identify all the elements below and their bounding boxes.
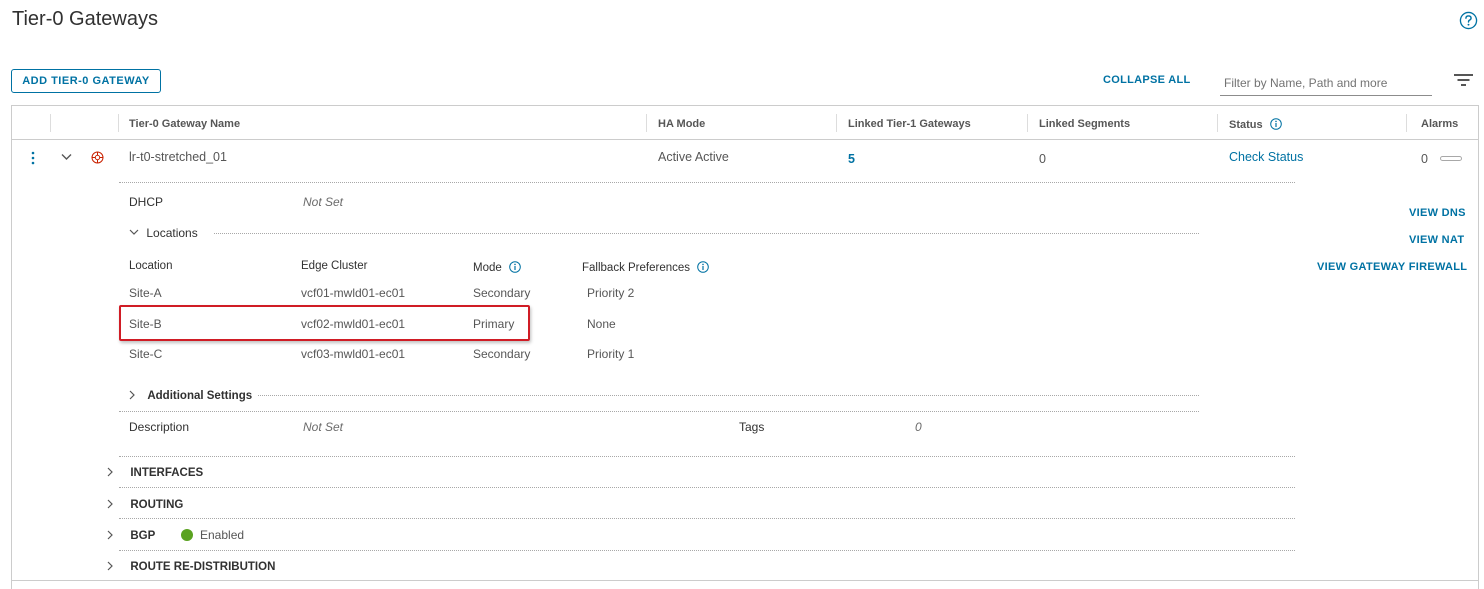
fallback-cell: Priority 1 <box>587 347 635 361</box>
location-cell: Site-C <box>129 347 163 361</box>
divider <box>119 182 1295 183</box>
info-icon[interactable] <box>509 261 521 273</box>
chevron-right-icon <box>107 530 113 540</box>
column-separator[interactable] <box>1406 114 1407 132</box>
header-status-label: Status <box>1229 119 1263 131</box>
dhcp-value: Not Set <box>303 195 344 209</box>
divider <box>214 233 1199 234</box>
location-cell: Site-A <box>129 286 162 300</box>
routing-section[interactable]: ROUTING <box>107 497 183 511</box>
column-separator[interactable] <box>118 114 119 132</box>
gateway-name: lr-t0-stretched_01 <box>129 150 227 164</box>
column-separator[interactable] <box>836 114 837 132</box>
fallback-cell: None <box>587 317 616 331</box>
divider <box>119 456 1295 457</box>
header-ha-mode[interactable]: HA Mode <box>658 118 705 130</box>
route-redistribution-section[interactable]: ROUTE RE-DISTRIBUTION <box>107 559 275 573</box>
tags-label: Tags <box>739 420 765 434</box>
chevron-down-icon <box>129 229 139 235</box>
header-status[interactable]: Status <box>1229 118 1282 131</box>
help-circle-icon[interactable] <box>1459 11 1478 30</box>
mode-cell: Secondary <box>473 286 531 300</box>
dhcp-label: DHCP <box>129 195 164 209</box>
chevron-down-icon[interactable] <box>61 153 72 161</box>
add-tier0-gateway-button[interactable]: ADD TIER-0 GATEWAY <box>11 69 161 93</box>
view-dns-link[interactable]: VIEW DNS <box>1409 207 1466 219</box>
tags-value: 0 <box>915 420 922 434</box>
edge-cluster-cell: vcf03-mwld01-ec01 <box>301 347 406 361</box>
header-linked-segments[interactable]: Linked Segments <box>1039 118 1130 130</box>
bgp-status: Enabled <box>200 528 245 542</box>
view-gateway-firewall-link[interactable]: VIEW GATEWAY FIREWALL <box>1317 261 1467 273</box>
filter-icon[interactable] <box>1454 74 1473 86</box>
chevron-right-icon <box>129 390 135 400</box>
divider <box>119 550 1295 551</box>
info-icon[interactable] <box>1269 118 1282 130</box>
additional-settings-label: Additional Settings <box>147 390 253 402</box>
routing-label: ROUTING <box>130 499 184 511</box>
locations-header-location: Location <box>129 260 173 272</box>
collapse-all-button[interactable]: COLLAPSE ALL <box>1103 74 1191 86</box>
header-gateway-name[interactable]: Tier-0 Gateway Name <box>129 118 240 130</box>
divider <box>119 487 1295 488</box>
data-grid <box>11 105 1479 589</box>
locations-header-fallback: Fallback Preferences <box>582 260 710 274</box>
interfaces-section[interactable]: INTERFACES <box>107 465 203 479</box>
column-separator[interactable] <box>50 114 51 132</box>
status-enabled-icon <box>181 529 193 541</box>
route-redistribution-label: ROUTE RE-DISTRIBUTION <box>130 561 276 573</box>
fallback-cell: Priority 2 <box>587 286 635 300</box>
header-alarms[interactable]: Alarms <box>1421 118 1458 130</box>
column-separator[interactable] <box>1217 114 1218 132</box>
divider <box>119 518 1295 519</box>
column-separator[interactable] <box>646 114 647 132</box>
linked-tier1-link[interactable]: 5 <box>848 152 855 166</box>
fallback-label: Fallback Preferences <box>582 262 691 274</box>
linked-segments-value: 0 <box>1039 152 1046 166</box>
description-value: Not Set <box>303 420 344 434</box>
row-actions-icon[interactable] <box>30 150 36 166</box>
additional-settings-toggle[interactable]: Additional Settings <box>129 388 252 402</box>
column-separator[interactable] <box>1027 114 1028 132</box>
ha-mode-value: Active Active <box>658 150 729 164</box>
description-label: Description <box>129 420 190 434</box>
filter-input[interactable] <box>1220 70 1432 96</box>
chevron-right-icon <box>107 561 113 571</box>
mode-label: Mode <box>473 262 502 274</box>
bgp-label: BGP <box>130 530 156 542</box>
divider <box>258 395 1199 396</box>
view-nat-link[interactable]: VIEW NAT <box>1409 234 1464 246</box>
divider <box>119 411 1199 412</box>
alarms-value: 0 <box>1421 152 1428 166</box>
locations-label: Locations <box>146 226 198 240</box>
locations-header-mode: Mode <box>473 260 521 274</box>
alarms-bar <box>1440 156 1462 161</box>
chevron-right-icon <box>107 499 113 509</box>
edge-cluster-cell: vcf01-mwld01-ec01 <box>301 286 406 300</box>
highlight-box <box>119 305 530 341</box>
chevron-right-icon <box>107 467 113 477</box>
locations-header-edge-cluster: Edge Cluster <box>301 260 368 272</box>
check-status-link[interactable]: Check Status <box>1229 150 1303 164</box>
info-icon[interactable] <box>697 261 710 273</box>
bgp-section[interactable]: BGP <box>107 528 155 542</box>
tier0-gateway-icon <box>91 151 104 164</box>
page-title: Tier-0 Gateways <box>12 8 158 30</box>
interfaces-label: INTERFACES <box>130 467 204 479</box>
header-linked-tier1[interactable]: Linked Tier-1 Gateways <box>848 118 971 130</box>
locations-toggle[interactable]: Locations <box>129 226 198 240</box>
mode-cell: Secondary <box>473 347 531 361</box>
row-bottom-border <box>11 580 1479 581</box>
